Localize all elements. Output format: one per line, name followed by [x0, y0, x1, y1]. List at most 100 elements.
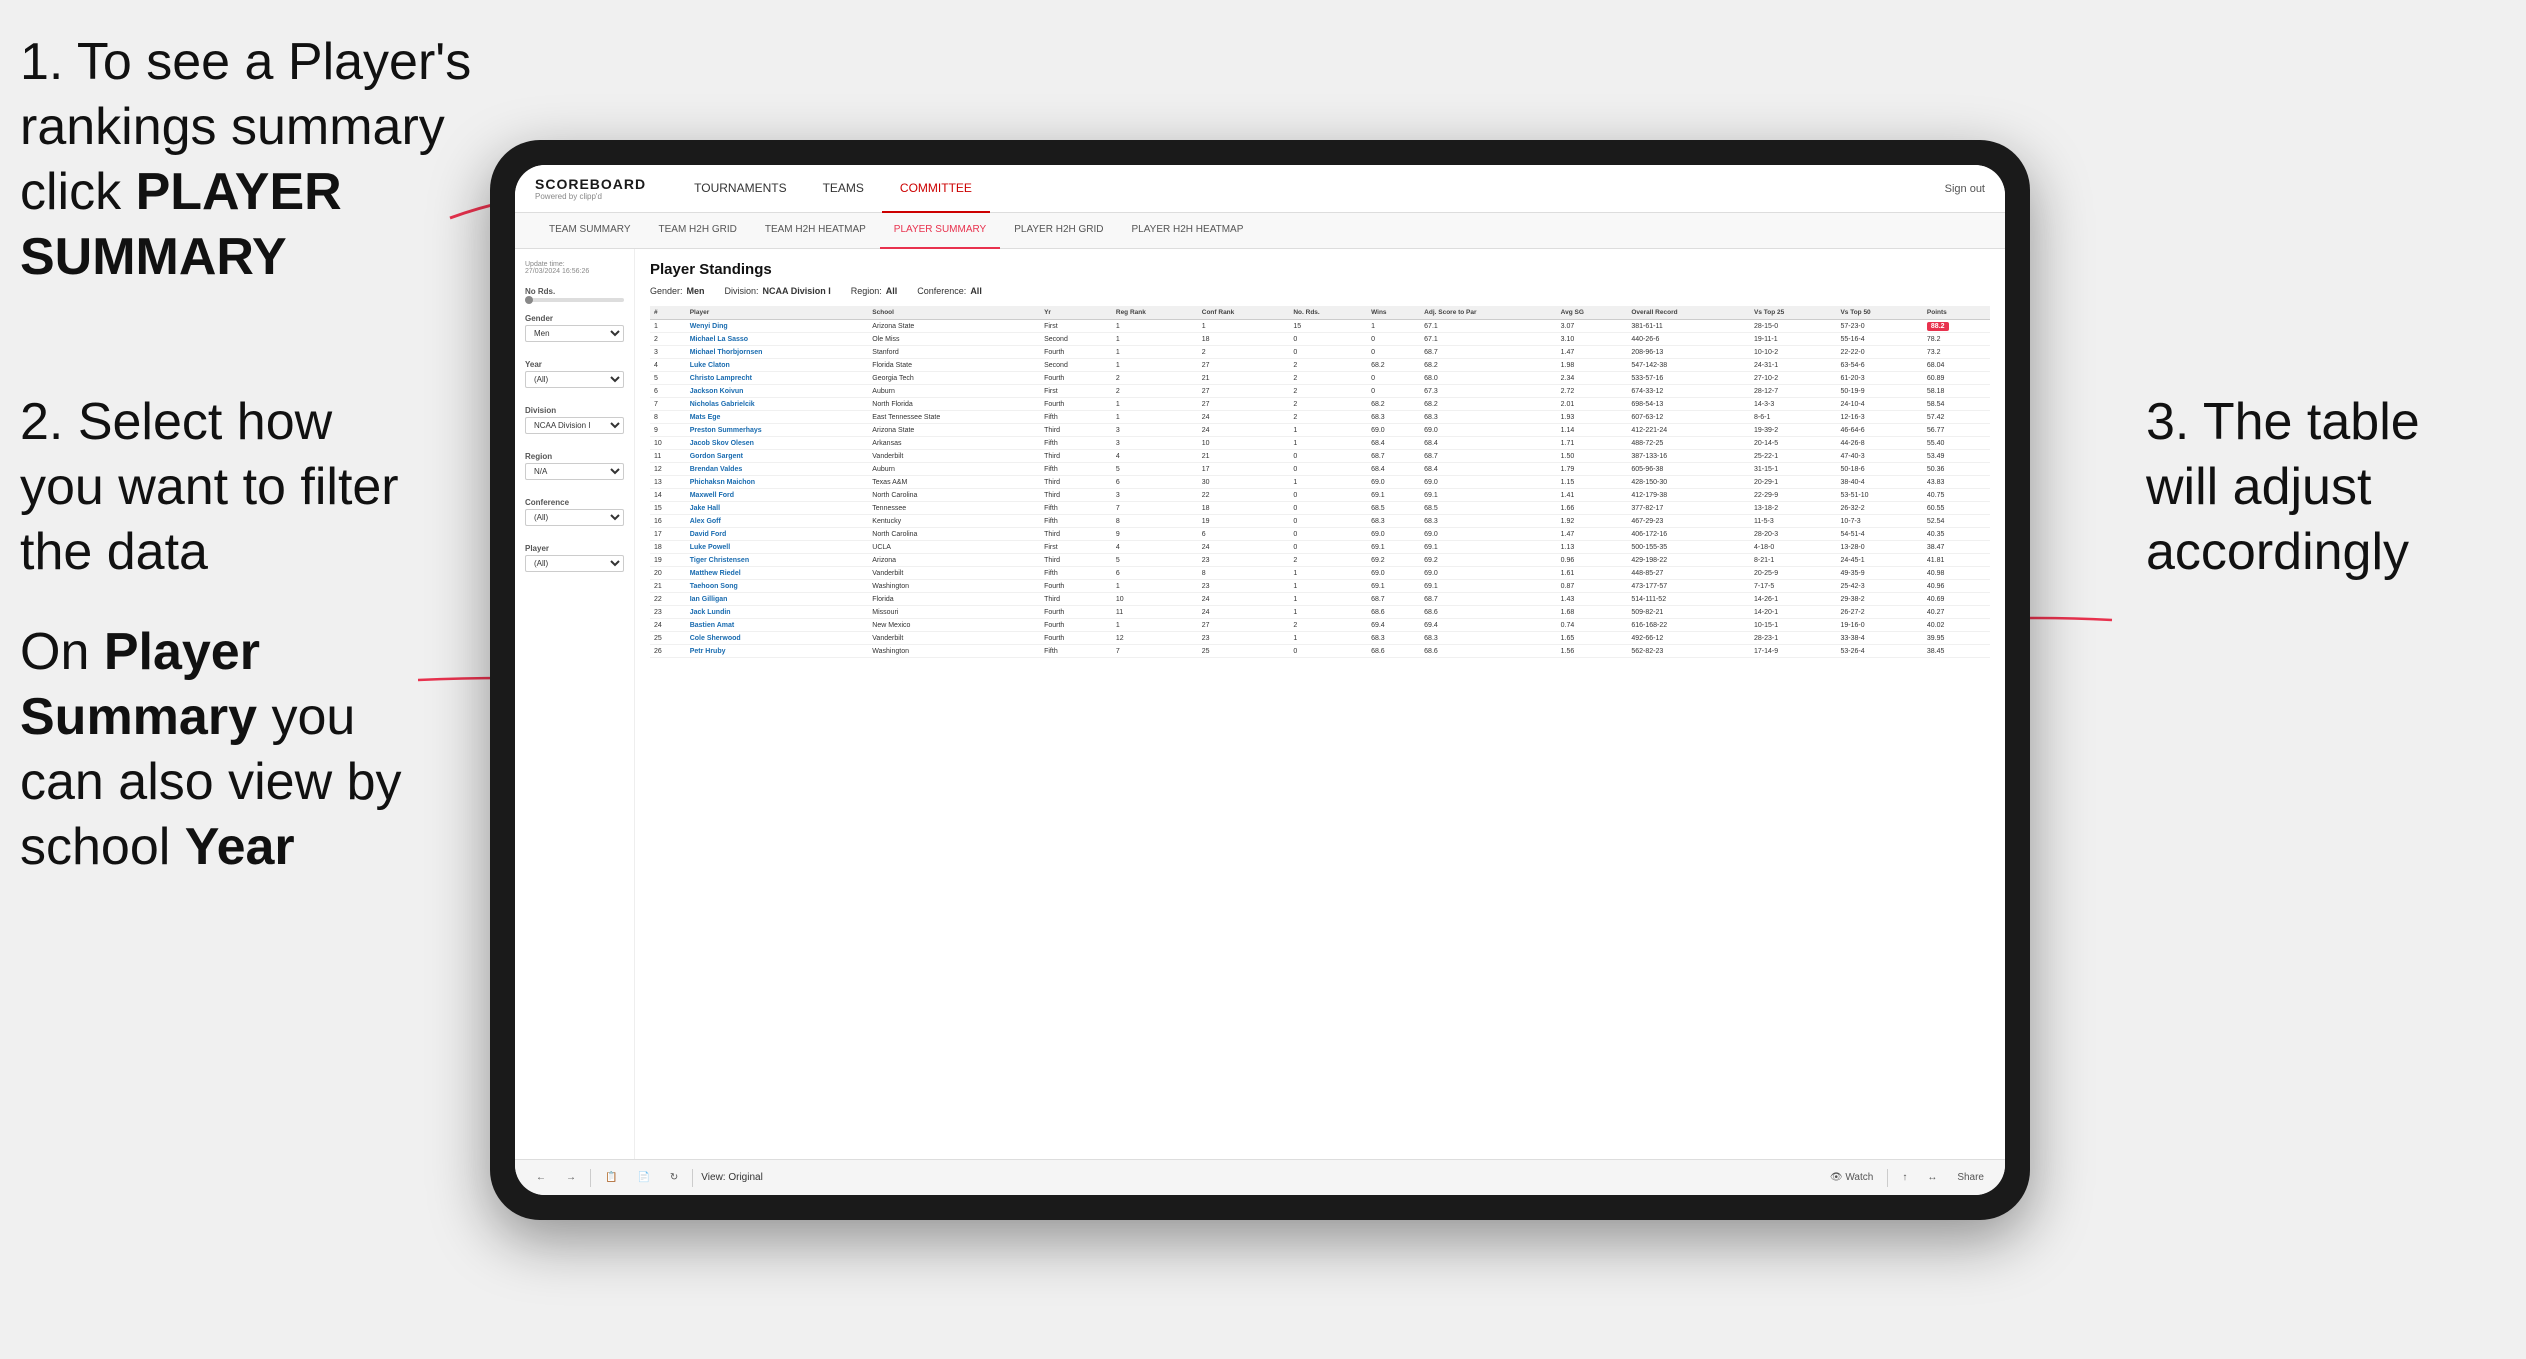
cell-player[interactable]: Ian Gilligan: [686, 593, 869, 606]
cell-reg-rank: 5: [1112, 554, 1198, 567]
sign-out-link[interactable]: Sign out: [1945, 183, 1985, 195]
cell-num: 10: [650, 437, 686, 450]
col-no-rds: No. Rds.: [1289, 306, 1367, 320]
watch-btn[interactable]: 👁 Watch: [1824, 1169, 1879, 1186]
cell-rds: 1: [1289, 424, 1367, 437]
subnav-team-h2h-heatmap[interactable]: TEAM H2H HEATMAP: [751, 213, 880, 249]
cell-school: New Mexico: [868, 619, 1040, 632]
cell-player[interactable]: Michael La Sasso: [686, 333, 869, 346]
cell-num: 3: [650, 346, 686, 359]
cell-player[interactable]: Petr Hruby: [686, 645, 869, 658]
cell-player[interactable]: Jake Hall: [686, 502, 869, 515]
cell-conf-rank: 27: [1198, 619, 1290, 632]
cell-player[interactable]: Nicholas Gabrielcik: [686, 398, 869, 411]
division-select[interactable]: NCAA Division I: [525, 417, 624, 434]
subnav-player-summary[interactable]: PLAYER SUMMARY: [880, 213, 1000, 249]
cell-yr: Fifth: [1040, 411, 1112, 424]
cell-player[interactable]: Jackson Koivun: [686, 385, 869, 398]
view-label: View: Original: [701, 1172, 763, 1183]
cell-player[interactable]: Preston Summerhays: [686, 424, 869, 437]
expand-btn[interactable]: ↔: [1921, 1169, 1943, 1186]
cell-vt25: 28-20-3: [1750, 528, 1836, 541]
cell-vt50: 29-38-2: [1836, 593, 1922, 606]
cell-player[interactable]: Luke Claton: [686, 359, 869, 372]
cell-conf-rank: 24: [1198, 593, 1290, 606]
cell-player[interactable]: Gordon Sargent: [686, 450, 869, 463]
subnav-player-h2h-heatmap[interactable]: PLAYER H2H HEATMAP: [1118, 213, 1258, 249]
subnav-team-h2h-grid[interactable]: TEAM H2H GRID: [645, 213, 751, 249]
cell-avg-sg: 1.68: [1557, 606, 1628, 619]
no-rds-slider[interactable]: [525, 298, 624, 302]
cell-player[interactable]: Mats Ege: [686, 411, 869, 424]
table-row: 23 Jack Lundin Missouri Fourth 11 24 1 6…: [650, 606, 1990, 619]
cell-record: 488-72-25: [1627, 437, 1750, 450]
table-title: Player Standings: [650, 261, 1990, 278]
cell-player[interactable]: Alex Goff: [686, 515, 869, 528]
cell-points: 60.89: [1923, 372, 1990, 385]
cell-record: 607-63-12: [1627, 411, 1750, 424]
cell-yr: Third: [1040, 554, 1112, 567]
cell-school: East Tennessee State: [868, 411, 1040, 424]
cell-player[interactable]: Maxwell Ford: [686, 489, 869, 502]
toolbar-undo[interactable]: ←: [530, 1169, 552, 1186]
cell-player[interactable]: Bastien Amat: [686, 619, 869, 632]
toolbar-sep1: [590, 1169, 591, 1187]
cell-yr: Fourth: [1040, 372, 1112, 385]
cell-player[interactable]: Jack Lundin: [686, 606, 869, 619]
nav-item-committee[interactable]: COMMITTEE: [882, 165, 990, 213]
region-select[interactable]: N/A: [525, 463, 624, 480]
cell-vt25: 20-25-9: [1750, 567, 1836, 580]
toolbar-refresh[interactable]: ↻: [664, 1169, 684, 1186]
cell-avg-sg: 1.56: [1557, 645, 1628, 658]
subnav-player-h2h-grid[interactable]: PLAYER H2H GRID: [1000, 213, 1117, 249]
player-select[interactable]: (All): [525, 555, 624, 572]
conference-select[interactable]: (All): [525, 509, 624, 526]
cell-player[interactable]: Brendan Valdes: [686, 463, 869, 476]
cell-reg-rank: 5: [1112, 463, 1198, 476]
cell-vt25: 17-14-9: [1750, 645, 1836, 658]
share-btn[interactable]: Share: [1951, 1169, 1990, 1186]
cell-reg-rank: 2: [1112, 372, 1198, 385]
cell-wins: 69.0: [1367, 424, 1420, 437]
cell-player[interactable]: Taehoon Song: [686, 580, 869, 593]
year-select[interactable]: (All): [525, 371, 624, 388]
toolbar-redo[interactable]: →: [560, 1169, 582, 1186]
cell-player[interactable]: Christo Lamprecht: [686, 372, 869, 385]
cell-wins: 68.7: [1367, 450, 1420, 463]
cell-points: 78.2: [1923, 333, 1990, 346]
cell-school: Auburn: [868, 463, 1040, 476]
table-row: 2 Michael La Sasso Ole Miss Second 1 18 …: [650, 333, 1990, 346]
toolbar-copy[interactable]: 📋: [599, 1169, 623, 1186]
cell-vt25: 28-15-0: [1750, 320, 1836, 333]
division-label: Division: [525, 406, 624, 415]
cell-adj-score: 69.1: [1420, 580, 1557, 593]
export-btn[interactable]: ↑: [1896, 1169, 1913, 1186]
cell-points: 57.42: [1923, 411, 1990, 424]
cell-record: 509-82-21: [1627, 606, 1750, 619]
gender-select[interactable]: Men: [525, 325, 624, 342]
nav-item-teams[interactable]: TEAMS: [805, 165, 882, 213]
player-standings-table: # Player School Yr Reg Rank Conf Rank No…: [650, 306, 1990, 658]
cell-player[interactable]: Phichaksn Maichon: [686, 476, 869, 489]
cell-vt50: 44-26-8: [1836, 437, 1922, 450]
cell-player[interactable]: Matthew Riedel: [686, 567, 869, 580]
toolbar-paste[interactable]: 📄: [631, 1169, 655, 1186]
subnav-team-summary[interactable]: TEAM SUMMARY: [535, 213, 645, 249]
table-row: 24 Bastien Amat New Mexico Fourth 1 27 2…: [650, 619, 1990, 632]
cell-player[interactable]: Wenyi Ding: [686, 320, 869, 333]
cell-school: UCLA: [868, 541, 1040, 554]
cell-player[interactable]: Cole Sherwood: [686, 632, 869, 645]
cell-player[interactable]: Michael Thorbjornsen: [686, 346, 869, 359]
cell-player[interactable]: Luke Powell: [686, 541, 869, 554]
cell-player[interactable]: Jacob Skov Olesen: [686, 437, 869, 450]
col-conf-rank: Conf Rank: [1198, 306, 1290, 320]
cell-vt50: 47-40-3: [1836, 450, 1922, 463]
cell-player[interactable]: David Ford: [686, 528, 869, 541]
cell-player[interactable]: Tiger Christensen: [686, 554, 869, 567]
cell-num: 23: [650, 606, 686, 619]
cell-points: 58.54: [1923, 398, 1990, 411]
cell-avg-sg: 1.79: [1557, 463, 1628, 476]
sidebar-conference: Conference (All): [525, 498, 624, 532]
cell-record: 406-172-16: [1627, 528, 1750, 541]
nav-item-tournaments[interactable]: TOURNAMENTS: [676, 165, 804, 213]
